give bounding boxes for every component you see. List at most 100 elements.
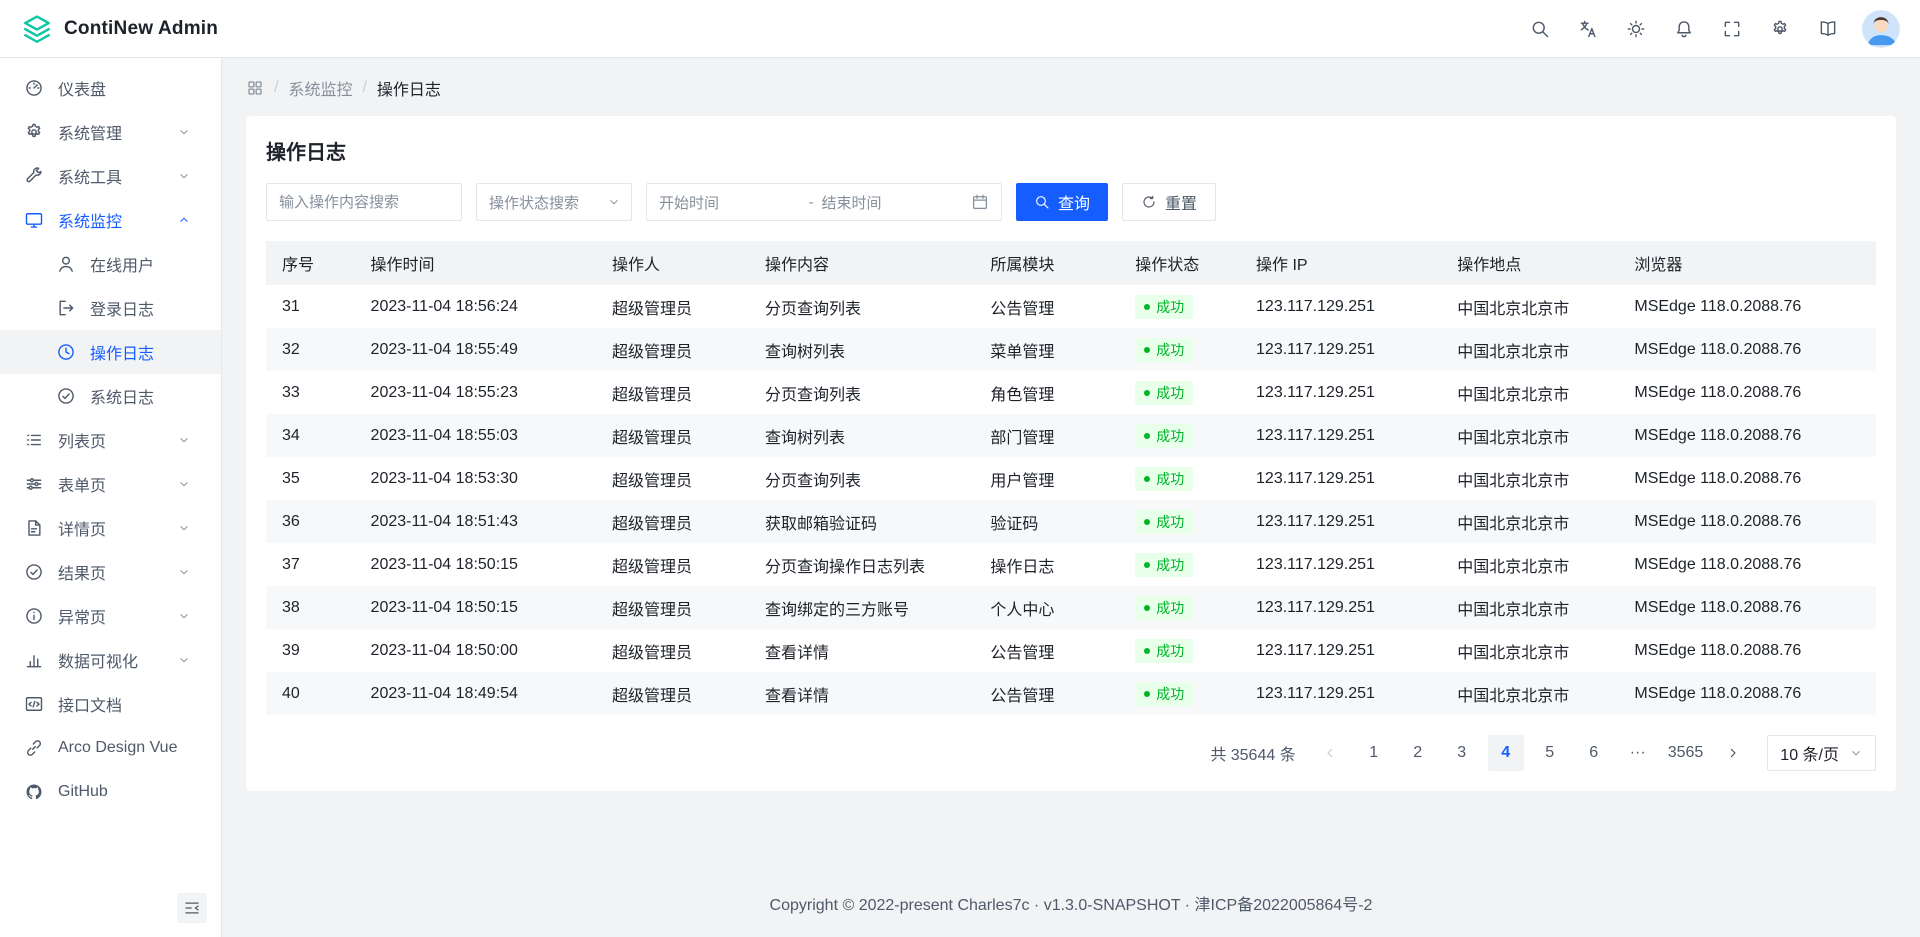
app-title: ContiNew Admin (64, 18, 218, 40)
sliders-icon (24, 474, 44, 494)
sidebar-item-login-log[interactable]: 登录日志 (0, 286, 221, 330)
sidebar-item-result-page[interactable]: 结果页 (0, 550, 221, 594)
reset-button[interactable]: 重置 (1122, 183, 1216, 221)
cell-status: 成功 (1119, 543, 1240, 586)
monitor-icon (24, 210, 44, 230)
cell-location: 中国北京北京市 (1441, 457, 1618, 500)
sidebar-item-label: 系统监控 (58, 208, 177, 232)
pagination-page-6[interactable]: 6 (1576, 735, 1612, 771)
cell-content: 查看详情 (749, 629, 974, 672)
check-circle-icon (24, 562, 44, 582)
sidebar-item-form-page[interactable]: 表单页 (0, 462, 221, 506)
theme-button[interactable] (1616, 9, 1656, 49)
cell-operator: 超级管理员 (596, 586, 749, 629)
status-select-placeholder: 操作状态搜索 (489, 192, 579, 213)
operation-status-select[interactable]: 操作状态搜索 (476, 183, 632, 221)
breadcrumb-item-system-monitor[interactable]: 系统监控 (288, 76, 352, 100)
table-row: 392023-11-04 18:50:00超级管理员查看详情公告管理成功123.… (266, 629, 1876, 672)
pagination-ellipsis[interactable]: ··· (1620, 735, 1656, 771)
sidebar-item-label: 登录日志 (90, 296, 205, 320)
cell-operator: 超级管理员 (596, 543, 749, 586)
search-button[interactable]: 查询 (1016, 183, 1108, 221)
pagination-page-2[interactable]: 2 (1400, 735, 1436, 771)
cell-module: 个人中心 (974, 586, 1119, 629)
user-icon (56, 254, 76, 274)
history-icon (56, 342, 76, 362)
status-badge: 成功 (1135, 553, 1193, 577)
sidebar-item-label: 数据可视化 (58, 648, 177, 672)
fullscreen-button[interactable] (1712, 9, 1752, 49)
gear-icon (1770, 19, 1790, 39)
status-badge: 成功 (1135, 510, 1193, 534)
chevron-down-icon (177, 653, 191, 667)
pagination-page-3[interactable]: 3 (1444, 735, 1480, 771)
sidebar-item-system-log[interactable]: 系统日志 (0, 374, 221, 418)
pagination-page-5[interactable]: 5 (1532, 735, 1568, 771)
gear-icon (24, 122, 44, 142)
code-icon (24, 694, 44, 714)
table-row: 372023-11-04 18:50:15超级管理员分页查询操作日志列表操作日志… (266, 543, 1876, 586)
sidebar-item-dashboard[interactable]: 仪表盘 (0, 66, 221, 110)
table-row: 342023-11-04 18:55:03超级管理员查询树列表部门管理成功123… (266, 414, 1876, 457)
status-badge: 成功 (1135, 295, 1193, 319)
sidebar-item-system-monitor[interactable]: 系统监控 (0, 198, 221, 242)
sidebar-item-operation-log[interactable]: 操作日志 (0, 330, 221, 374)
cell-location: 中国北京北京市 (1441, 285, 1618, 328)
search-button[interactable] (1520, 9, 1560, 49)
table-row: 352023-11-04 18:53:30超级管理员分页查询列表用户管理成功12… (266, 457, 1876, 500)
pagination-prev-button[interactable] (1312, 735, 1348, 771)
cell-status: 成功 (1119, 500, 1240, 543)
pagination-next-button[interactable] (1715, 735, 1751, 771)
cell-id: 32 (266, 328, 355, 371)
sidebar-item-system-tools[interactable]: 系统工具 (0, 154, 221, 198)
pagination-page-3565[interactable]: 3565 (1664, 735, 1708, 771)
sidebar-item-label: 系统工具 (58, 164, 177, 188)
user-avatar[interactable] (1862, 10, 1900, 48)
cell-ip: 123.117.129.251 (1240, 586, 1441, 629)
cell-time: 2023-11-04 18:56:24 (355, 285, 597, 328)
logo[interactable]: ContiNew Admin (20, 12, 218, 46)
date-range-picker[interactable]: 开始时间 - 结束时间 (646, 183, 1002, 221)
status-badge: 成功 (1135, 338, 1193, 362)
chevron-down-icon (177, 169, 191, 183)
main-content: / 系统监控 / 操作日志 操作日志 操作状态搜索 开始时间 - 结束时间 (222, 58, 1920, 937)
cell-module: 菜单管理 (974, 328, 1119, 371)
column-header-8: 浏览器 (1618, 241, 1876, 285)
sidebar-item-system-management[interactable]: 系统管理 (0, 110, 221, 154)
cell-operator: 超级管理员 (596, 500, 749, 543)
pagination-page-4[interactable]: 4 (1488, 735, 1524, 771)
cell-browser: MSEdge 118.0.2088.76 (1618, 586, 1876, 629)
translate-button[interactable] (1568, 9, 1608, 49)
sidebar-item-detail-page[interactable]: 详情页 (0, 506, 221, 550)
cell-time: 2023-11-04 18:50:15 (355, 543, 597, 586)
breadcrumb: / 系统监控 / 操作日志 (222, 58, 1920, 116)
table-row: 332023-11-04 18:55:23超级管理员分页查询列表角色管理成功12… (266, 371, 1876, 414)
menu-fold-icon (183, 899, 201, 917)
cell-content: 查询树列表 (749, 328, 974, 371)
sidebar-item-list-page[interactable]: 列表页 (0, 418, 221, 462)
pagination-page-1[interactable]: 1 (1356, 735, 1392, 771)
cell-id: 39 (266, 629, 355, 672)
sun-icon (1626, 19, 1646, 39)
sidebar-item-data-visualization[interactable]: 数据可视化 (0, 638, 221, 682)
sidebar-item-github[interactable]: GitHub (0, 770, 221, 814)
cell-content: 分页查询列表 (749, 371, 974, 414)
chevron-right-icon (1725, 745, 1741, 761)
cell-operator: 超级管理员 (596, 328, 749, 371)
sidebar-item-api-doc[interactable]: 接口文档 (0, 682, 221, 726)
page-size-select[interactable]: 10 条/页 (1767, 735, 1876, 771)
settings-button[interactable] (1760, 9, 1800, 49)
notifications-button[interactable] (1664, 9, 1704, 49)
sidebar-item-online-users[interactable]: 在线用户 (0, 242, 221, 286)
sidebar-item-exception-page[interactable]: 异常页 (0, 594, 221, 638)
sidebar-item-label: 表单页 (58, 472, 177, 496)
list-icon (24, 430, 44, 450)
operation-content-search-input[interactable] (266, 183, 462, 221)
cell-operator: 超级管理员 (596, 414, 749, 457)
status-dot-icon (1144, 433, 1150, 439)
translate-icon (1578, 19, 1598, 39)
docs-button[interactable] (1808, 9, 1848, 49)
sidebar-item-arco-design-vue[interactable]: Arco Design Vue (0, 726, 221, 770)
sidebar-collapse-button[interactable] (177, 893, 207, 923)
chevron-down-icon (177, 433, 191, 447)
